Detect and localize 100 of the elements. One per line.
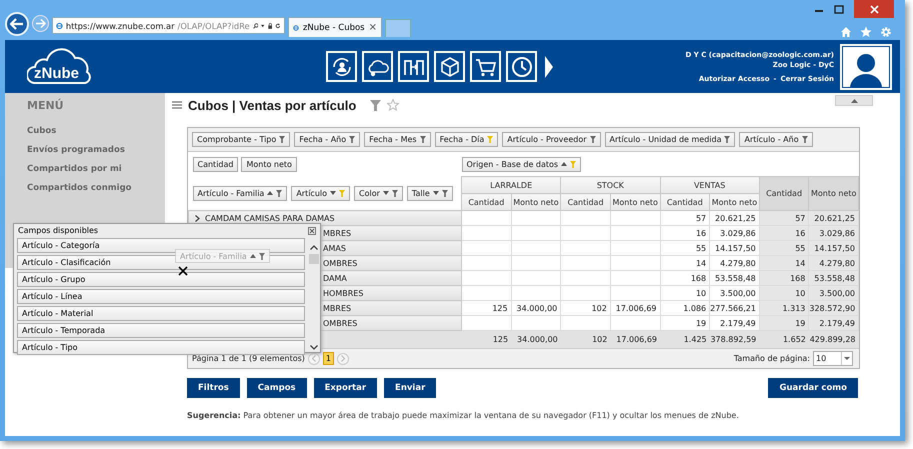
caret-up-icon [850, 98, 858, 102]
user-sync-icon[interactable] [326, 51, 357, 82]
action-button[interactable]: Campos [246, 378, 307, 398]
menu-item[interactable]: Cubos [27, 126, 165, 136]
action-button[interactable]: Filtros [187, 378, 240, 398]
filter-icon[interactable] [370, 100, 382, 110]
column-header: Monto neto [710, 194, 760, 210]
menu-item[interactable]: Envíos programados [27, 145, 165, 155]
menu-icon[interactable] [172, 101, 182, 109]
panel-title: Campos disponibles [18, 226, 98, 235]
table-cell: 102 [560, 300, 610, 316]
field-chip[interactable]: Artículo - Año [739, 132, 813, 147]
table-cell: 14 [660, 256, 710, 270]
filter-icon[interactable] [276, 190, 282, 197]
back-button[interactable] [5, 12, 29, 36]
total-cell: 125 [462, 330, 512, 348]
field-chip[interactable]: Talle [406, 186, 453, 201]
field-chip[interactable]: Fecha - Día [434, 132, 498, 147]
page-button[interactable]: 1 [322, 352, 334, 365]
field-label: Comprobante - Tipo [197, 135, 276, 144]
filter-icon[interactable] [802, 136, 808, 143]
chevron-down-icon[interactable] [310, 345, 318, 350]
transfer-icon[interactable] [398, 51, 429, 82]
field-chip[interactable]: Cantidad [192, 156, 238, 172]
field-chip[interactable]: Artículo [291, 186, 350, 201]
pager-summary: Página 1 de 1 (9 elementos) [192, 354, 305, 363]
field-chip[interactable]: Artículo - Familia [192, 186, 288, 201]
cart-icon[interactable] [470, 51, 501, 82]
field-chip[interactable]: Origen - Base de datos [462, 156, 582, 172]
table-cell: 20.621,25 [710, 210, 760, 226]
field-item[interactable]: Artículo - Material [17, 306, 305, 321]
tab-close-button[interactable]: × [368, 22, 377, 33]
collapse-header-button[interactable] [835, 95, 873, 106]
dropdown-icon[interactable] [261, 24, 265, 28]
browser-tab[interactable]: zNube - Cubos × [288, 17, 382, 37]
filter-icon[interactable] [420, 136, 426, 143]
address-field[interactable]: https://www.znube.com.ar /OLAP/OLAP?idRe [52, 17, 285, 34]
refresh-icon[interactable] [275, 20, 281, 30]
avatar[interactable] [840, 44, 892, 90]
expand-icon[interactable] [195, 214, 200, 222]
field-label: Artículo [296, 188, 328, 198]
table-cell: 57 [759, 210, 809, 226]
total-cell: 34.000,00 [511, 330, 561, 348]
table-cell: 277.566,21 [710, 300, 760, 316]
clock-icon[interactable] [506, 51, 537, 82]
star-icon[interactable] [860, 26, 872, 38]
field-item[interactable]: Artículo - Categoría [17, 238, 305, 253]
field-chip[interactable]: Artículo - Proveedor [502, 132, 601, 147]
field-chip[interactable]: Fecha - Año [294, 132, 360, 147]
table-cell: 10 [660, 286, 710, 300]
filter-icon[interactable] [392, 190, 398, 197]
field-chip[interactable]: Artículo - Unidad de medida [604, 132, 736, 147]
field-chip[interactable]: Color [354, 186, 403, 201]
action-button[interactable]: Enviar [384, 378, 436, 398]
filter-icon[interactable] [279, 136, 286, 143]
logo[interactable]: zNube [27, 48, 93, 86]
scrollbar-thumb[interactable] [309, 254, 319, 264]
table-cell: 53.558,48 [808, 270, 858, 286]
field-item[interactable]: Artículo - Línea [17, 289, 305, 304]
lock-icon[interactable] [268, 20, 272, 30]
column-header: Monto neto [511, 194, 561, 210]
field-item[interactable]: Artículo - Tipo [17, 340, 305, 355]
field-chip[interactable]: Monto neto [241, 156, 297, 172]
column-group-header: VENTAS [660, 176, 760, 194]
search-icon[interactable] [252, 20, 258, 30]
cloud-gear-icon[interactable] [362, 51, 393, 82]
field-chip[interactable]: Comprobante - Tipo [192, 132, 290, 147]
field-label: Artículo - Familia [198, 188, 264, 198]
column-group-header: STOCK [560, 176, 660, 194]
field-item[interactable]: Artículo - Temporada [17, 323, 305, 338]
menu-item[interactable]: Compartidos conmigo [27, 183, 165, 193]
table-cell: 4.279,80 [808, 256, 858, 270]
cube-icon[interactable] [434, 51, 465, 82]
filter-icon[interactable] [590, 136, 596, 143]
page-size-select[interactable]: 10 [813, 351, 853, 366]
save-as-button[interactable]: Guardar como [768, 378, 858, 398]
table-cell: 1.086 [660, 300, 710, 316]
filter-icon[interactable] [442, 190, 448, 197]
table-cell: 16 [660, 226, 710, 240]
total-column-header: Monto neto [808, 176, 858, 210]
filter-icon[interactable] [349, 136, 356, 143]
page-size-label: Tamaño de página: [734, 354, 810, 363]
table-cell: 1.313 [759, 300, 809, 316]
filter-icon[interactable] [724, 136, 730, 143]
field-chip[interactable]: Fecha - Mes [364, 132, 431, 147]
logo-text: zNube [34, 64, 79, 82]
maximize-icon[interactable] [834, 4, 844, 14]
field-item[interactable]: Artículo - Grupo [17, 272, 305, 287]
star-icon[interactable] [387, 99, 400, 111]
field-label: Fecha - Día [440, 135, 484, 144]
chevron-up-icon[interactable] [310, 245, 318, 250]
action-button[interactable]: Exportar [314, 378, 378, 398]
next-arrow-icon[interactable] [544, 54, 554, 78]
filter-icon[interactable] [258, 252, 265, 260]
menu-item[interactable]: Compartidos por mi [27, 164, 165, 174]
close-window-button[interactable] [854, 0, 894, 18]
close-icon[interactable] [308, 226, 316, 234]
table-cell: 20.621,25 [808, 210, 858, 226]
field-label: Fecha - Mes [369, 135, 417, 144]
row-label: CAMDAM CAMISAS PARA DAMAS [205, 214, 335, 222]
